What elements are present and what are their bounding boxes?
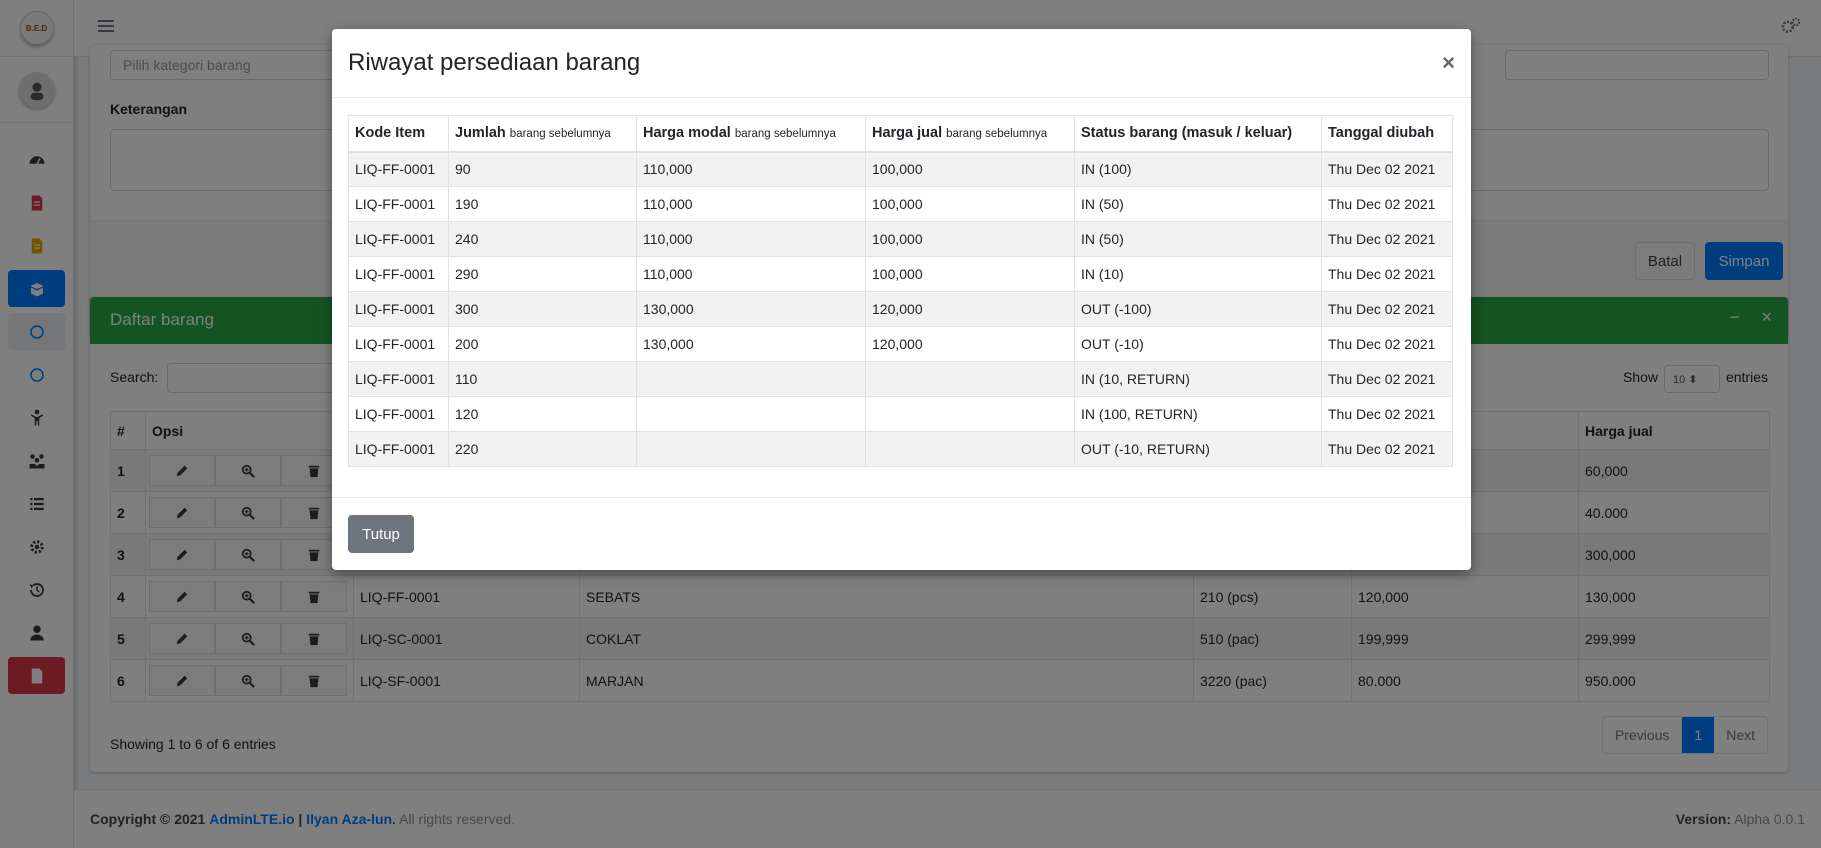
history-cell-status: IN (50) [1074, 221, 1322, 257]
history-cell-kode: LIQ-FF-0001 [348, 361, 449, 397]
history-cell-kode: LIQ-FF-0001 [348, 151, 449, 187]
history-row: LIQ-FF-0001 90 110,000 100,000 IN (100) Thu D… [348, 151, 1453, 187]
history-cell-jual: 120,000 [865, 291, 1075, 327]
history-cell-tanggal: Thu Dec 02 2021 [1321, 151, 1453, 187]
history-cell-tanggal: Thu Dec 02 2021 [1321, 221, 1453, 257]
col-jual-sub: barang sebelumnya [946, 128, 1048, 141]
history-cell-jumlah: 240 [448, 221, 637, 257]
history-cell-jual: 120,000 [865, 326, 1075, 362]
history-cell-jual: 100,000 [865, 221, 1075, 257]
history-cell-modal: 130,000 [636, 291, 866, 327]
col-modal-label: Harga modal [643, 125, 731, 142]
modal-title: Riwayat persediaan barang [348, 49, 641, 76]
history-cell-modal: 130,000 [636, 326, 866, 362]
col-jumlah-sub: barang sebelumnya [509, 128, 611, 141]
history-cell-tanggal: Thu Dec 02 2021 [1321, 361, 1453, 397]
history-row: LIQ-FF-0001 220 OUT (-10, RETURN) Thu Dec 0… [348, 431, 1453, 467]
col-jumlah-label: Jumlah [455, 125, 506, 142]
history-cell-jumlah: 220 [448, 431, 637, 467]
history-cell-status: OUT (-100) [1074, 291, 1322, 327]
history-cell-jumlah: 300 [448, 291, 637, 327]
history-cell-tanggal: Thu Dec 02 2021 [1321, 326, 1453, 362]
col-harga-modal: Harga modal barang sebelumnya [636, 115, 866, 153]
history-cell-kode: LIQ-FF-0001 [348, 326, 449, 362]
modal-header: Riwayat persediaan barang × [332, 29, 1471, 98]
history-cell-jual: 100,000 [865, 186, 1075, 222]
col-harga-jual: Harga jual barang sebelumnya [865, 115, 1075, 153]
history-cell-kode: LIQ-FF-0001 [348, 396, 449, 432]
history-cell-modal [636, 431, 866, 467]
riwayat-table: Kode Item Jumlah barang sebelumnya Harga… [348, 115, 1453, 467]
col-kode-item: Kode Item [348, 115, 449, 153]
history-cell-kode: LIQ-FF-0001 [348, 221, 449, 257]
history-cell-kode: LIQ-FF-0001 [348, 256, 449, 292]
history-cell-modal [636, 361, 866, 397]
history-cell-modal: 110,000 [636, 186, 866, 222]
history-cell-status: IN (50) [1074, 186, 1322, 222]
history-cell-jual: 100,000 [865, 256, 1075, 292]
history-row: LIQ-FF-0001 120 IN (100, RETURN) Thu Dec 02… [348, 396, 1453, 432]
history-cell-kode: LIQ-FF-0001 [348, 291, 449, 327]
history-cell-jual [865, 431, 1075, 467]
history-cell-kode: LIQ-FF-0001 [348, 186, 449, 222]
history-cell-jumlah: 190 [448, 186, 637, 222]
history-cell-jumlah: 90 [448, 151, 637, 187]
history-cell-jumlah: 110 [448, 361, 637, 397]
tutup-button[interactable]: Tutup [348, 515, 414, 553]
history-cell-jumlah: 290 [448, 256, 637, 292]
history-row: LIQ-FF-0001 300 130,000 120,000 OUT (-100) Th… [348, 291, 1453, 327]
riwayat-modal: Riwayat persediaan barang × Kode Item Ju… [332, 29, 1471, 570]
history-row: LIQ-FF-0001 200 130,000 120,000 OUT (-10) Thu… [348, 326, 1453, 362]
history-cell-tanggal: Thu Dec 02 2021 [1321, 291, 1453, 327]
history-cell-tanggal: Thu Dec 02 2021 [1321, 396, 1453, 432]
history-cell-jual [865, 361, 1075, 397]
history-cell-tanggal: Thu Dec 02 2021 [1321, 431, 1453, 467]
col-status: Status barang (masuk / keluar) [1074, 115, 1322, 153]
history-cell-modal: 110,000 [636, 221, 866, 257]
history-cell-status: IN (10) [1074, 256, 1322, 292]
col-jumlah: Jumlah barang sebelumnya [448, 115, 637, 153]
history-cell-kode: LIQ-FF-0001 [348, 431, 449, 467]
history-cell-status: OUT (-10) [1074, 326, 1322, 362]
history-cell-jual [865, 396, 1075, 432]
history-row: LIQ-FF-0001 190 110,000 100,000 IN (50) Thu D… [348, 186, 1453, 222]
history-cell-status: IN (100) [1074, 151, 1322, 187]
history-row: LIQ-FF-0001 240 110,000 100,000 IN (50) Thu D… [348, 221, 1453, 257]
history-cell-tanggal: Thu Dec 02 2021 [1321, 186, 1453, 222]
history-cell-status: IN (10, RETURN) [1074, 361, 1322, 397]
history-cell-modal: 110,000 [636, 151, 866, 187]
modal-footer: Tutup [332, 497, 1471, 570]
close-icon[interactable]: × [1442, 50, 1455, 76]
history-cell-modal: 110,000 [636, 256, 866, 292]
history-cell-jumlah: 200 [448, 326, 637, 362]
col-modal-sub: barang sebelumnya [734, 128, 836, 141]
history-cell-jual: 100,000 [865, 151, 1075, 187]
col-tanggal: Tanggal diubah [1321, 115, 1453, 153]
col-jual-label: Harga jual [872, 125, 943, 142]
history-cell-tanggal: Thu Dec 02 2021 [1321, 256, 1453, 292]
history-cell-modal [636, 396, 866, 432]
history-row: LIQ-FF-0001 290 110,000 100,000 IN (10) Thu D… [348, 256, 1453, 292]
history-row: LIQ-FF-0001 110 IN (10, RETURN) Thu Dec 02 … [348, 361, 1453, 397]
history-cell-jumlah: 120 [448, 396, 637, 432]
history-cell-status: OUT (-10, RETURN) [1074, 431, 1322, 467]
history-cell-status: IN (100, RETURN) [1074, 396, 1322, 432]
